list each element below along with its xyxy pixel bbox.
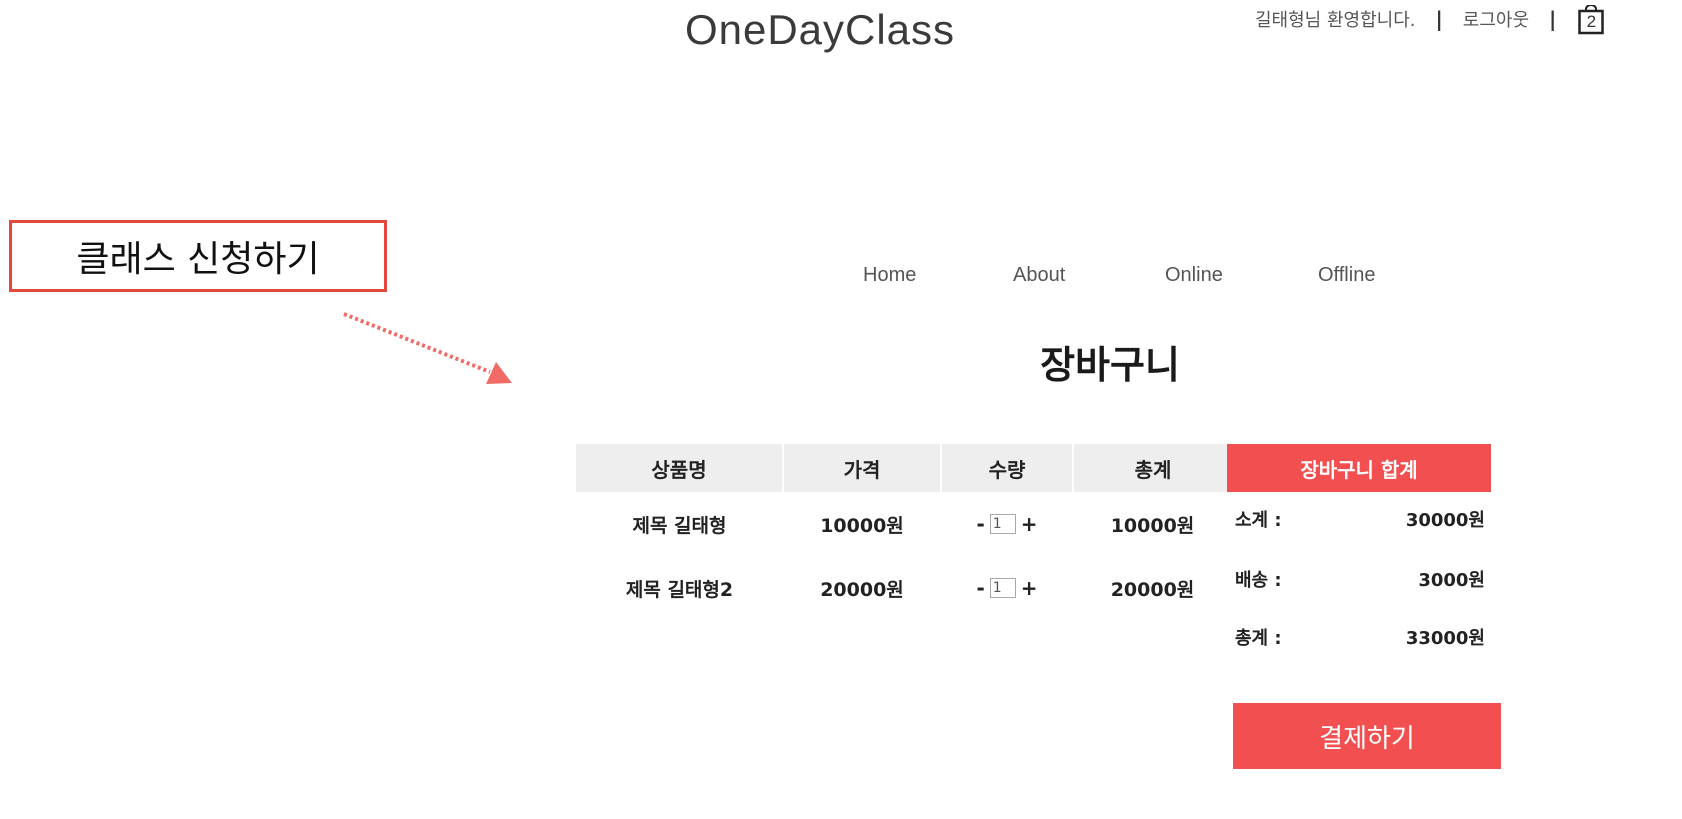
product-name: 제목 길태형2 (625, 578, 734, 601)
table-row: 제목 길태형2 20000원 - + 20000원 (576, 556, 1232, 620)
total-label: 총계 : (1235, 628, 1282, 649)
quantity-cell: - + (941, 492, 1073, 556)
quantity-stepper: - + (976, 512, 1037, 536)
logout-link[interactable]: 로그아웃 (1463, 6, 1529, 32)
increase-button[interactable]: + (1021, 576, 1038, 600)
cart-count: 2 (1586, 12, 1597, 31)
checkout-button[interactable]: 결제하기 (1233, 703, 1501, 769)
table-header-row: 상품명 가격 수량 총계 (576, 444, 1232, 492)
cart-summary-title: 장바구니 합계 (1227, 444, 1491, 492)
welcome-text: 길태형님 환영합니다. (1255, 10, 1416, 31)
row-total: 10000원 (1110, 514, 1195, 537)
nav-home[interactable]: Home (863, 264, 916, 287)
nav-about[interactable]: About (1013, 264, 1065, 287)
product-price: 20000원 (820, 578, 904, 601)
quantity-input[interactable] (989, 578, 1016, 598)
shipping-value: 3000원 (1418, 570, 1485, 591)
decrease-button[interactable]: - (976, 512, 984, 536)
subtotal-row: 소계 : 30000원 (1235, 506, 1485, 532)
shipping-row: 배송 : 3000원 (1235, 566, 1485, 592)
page-title: 장바구니 (1040, 343, 1180, 387)
increase-button[interactable]: + (1021, 512, 1038, 536)
row-total: 20000원 (1110, 578, 1195, 601)
header-price: 가격 (783, 444, 942, 492)
decrease-button[interactable]: - (976, 576, 984, 600)
cart-button[interactable]: 2 (1578, 5, 1605, 35)
total-value: 33000원 (1405, 628, 1485, 649)
user-bar: 길태형님 환영합니다. | 로그아웃 | 2 (1255, 4, 1605, 35)
quantity-stepper: - + (976, 576, 1037, 600)
annotation-arrow-icon (343, 312, 512, 384)
header-product-name: 상품명 (576, 444, 784, 492)
subtotal-value: 30000원 (1405, 510, 1485, 531)
subtotal-label: 소계 : (1235, 510, 1282, 531)
cart-table: 상품명 가격 수량 총계 제목 길태형 10000원 - + 10000원 제목… (576, 444, 1232, 620)
quantity-cell: - + (941, 556, 1073, 620)
nav-online[interactable]: Online (1165, 264, 1223, 287)
total-row: 총계 : 33000원 (1235, 624, 1485, 650)
separator: | (1435, 7, 1443, 31)
annotation-label: 클래스 신청하기 (76, 239, 320, 280)
table-row: 제목 길태형 10000원 - + 10000원 (576, 492, 1232, 556)
quantity-input[interactable] (989, 514, 1016, 534)
product-price: 10000원 (820, 514, 904, 537)
nav-offline[interactable]: Offline (1318, 264, 1375, 287)
shipping-label: 배송 : (1235, 570, 1282, 591)
annotation-label-box: 클래스 신청하기 (9, 220, 387, 292)
header-quantity: 수량 (941, 444, 1074, 492)
separator: | (1549, 7, 1557, 31)
product-name: 제목 길태형 (632, 514, 727, 537)
header-total: 총계 (1073, 444, 1232, 492)
